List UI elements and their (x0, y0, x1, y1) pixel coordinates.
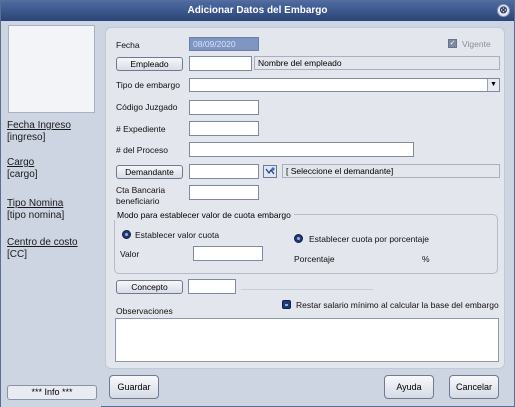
title-bar: Adicionar Datos del Embargo ⊗ (1, 1, 514, 21)
tipo-nomina-value: [tipo nomina] (7, 210, 65, 221)
demandante-button-label: Demandante (125, 167, 174, 177)
fecha-field[interactable]: 08/09/2020 (189, 37, 259, 51)
fecha-label: Fecha (116, 40, 140, 50)
ayuda-label: Ayuda (396, 382, 422, 392)
vigente-label: Vigente (462, 39, 491, 49)
employee-photo (8, 25, 95, 113)
tipo-embargo-select[interactable]: ▼ (189, 78, 500, 92)
radio-valor-label: Establecer valor cuota (135, 230, 220, 240)
concepto-button-label: Concepto (131, 282, 168, 292)
cancelar-button[interactable]: Cancelar (449, 375, 499, 399)
demandante-name-display: [ Seleccione el demandante] (282, 164, 500, 178)
chevron-down-icon[interactable]: ▼ (487, 79, 499, 91)
fecha-ingreso-label: Fecha Ingreso (7, 120, 71, 131)
observaciones-label: Observaciones (116, 306, 173, 316)
employee-info-panel: Fecha Ingreso [ingreso] Cargo [cargo] Ti… (1, 21, 101, 407)
window-title: Adicionar Datos del Embargo (187, 5, 328, 16)
concepto-button[interactable]: Concepto (116, 280, 183, 294)
empleado-button-label: Empleado (130, 59, 169, 69)
beneficiario-label: beneficiario (116, 196, 160, 206)
empleado-code-field[interactable] (189, 56, 252, 71)
concepto-name-line (241, 289, 373, 290)
radio-porcentaje[interactable] (294, 234, 303, 243)
info-button[interactable]: *** Info *** (7, 385, 97, 400)
valor-label: Valor (120, 249, 140, 259)
demandante-button[interactable]: Demandante (116, 165, 183, 179)
guardar-button[interactable]: Guardar (109, 375, 159, 399)
vigente-checkbox[interactable]: ✓ (448, 39, 457, 48)
radio-valor-cuota[interactable] (122, 230, 131, 239)
cta-bancaria-field[interactable] (189, 185, 259, 200)
observaciones-textarea[interactable] (115, 318, 499, 362)
proceso-field[interactable] (189, 142, 414, 157)
cuota-mode-group (114, 214, 498, 274)
guardar-label: Guardar (117, 382, 151, 392)
radio-porcentaje-label: Establecer cuota por porcentaje (309, 234, 430, 244)
centro-costo-label: Centro de costo (7, 237, 78, 248)
close-icon[interactable]: ⊗ (497, 4, 510, 17)
tipo-embargo-label: Tipo de embargo (116, 80, 180, 90)
cuota-mode-title: Modo para establecer valor de cuota emba… (114, 210, 294, 220)
empleado-button[interactable]: Empleado (116, 57, 183, 71)
fecha-ingreso-value: [ingreso] (7, 132, 46, 143)
empleado-name-display: Nombre del empleado (254, 56, 500, 70)
porcentaje-field[interactable] (371, 251, 416, 266)
porcentaje-symbol: % (422, 254, 430, 264)
codigo-juzgado-field[interactable] (189, 100, 259, 115)
demandante-code-field[interactable] (189, 164, 259, 179)
cancelar-label: Cancelar (455, 382, 493, 392)
cargo-label: Cargo (7, 157, 35, 168)
cargo-value: [cargo] (7, 169, 38, 180)
form-panel: Fecha 08/09/2020 ✓ Vigente Empleado Nomb… (105, 27, 505, 369)
porcentaje-label: Porcentaje (294, 254, 335, 264)
expediente-label: # Expediente (116, 124, 166, 134)
tipo-nomina-label: Tipo Nomina (7, 198, 64, 209)
codigo-juzgado-label: Código Juzgado (116, 102, 178, 112)
restar-salario-checkbox[interactable] (282, 300, 291, 309)
valor-field[interactable] (193, 246, 263, 261)
embargo-dialog: Adicionar Datos del Embargo ⊗ Fecha Ingr… (0, 0, 515, 407)
expediente-field[interactable] (189, 121, 259, 136)
restar-salario-label: Restar salario mínimo al calcular la bas… (296, 300, 499, 310)
cta-bancaria-label: Cta Bancaria (116, 185, 166, 195)
ayuda-button[interactable]: Ayuda (384, 375, 434, 399)
concepto-code-field[interactable] (188, 279, 236, 294)
search-person-icon[interactable] (263, 165, 277, 178)
centro-costo-value: [CC] (7, 249, 27, 260)
proceso-label: # del Proceso (116, 145, 168, 155)
